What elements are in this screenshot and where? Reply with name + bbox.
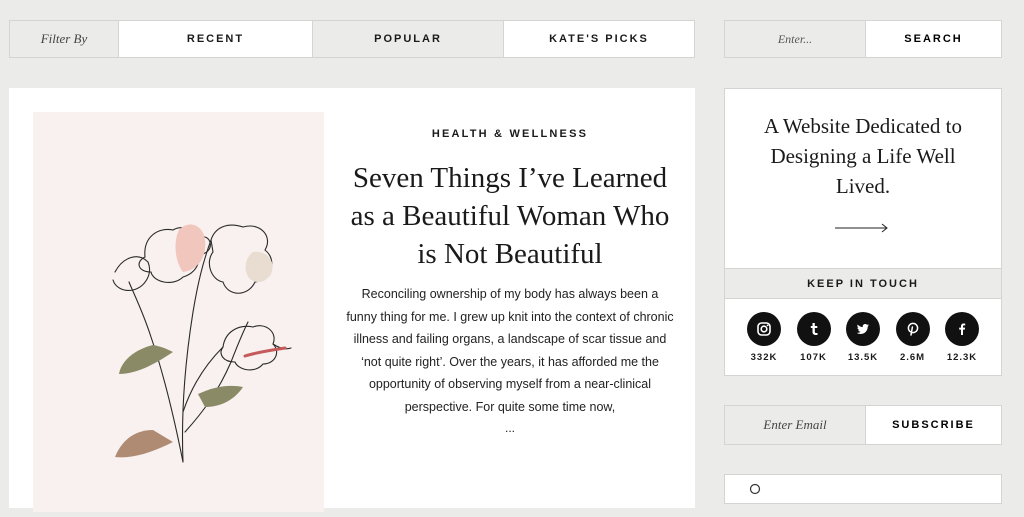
pinterest-count: 2.6M <box>899 352 926 363</box>
article-text: HEALTH & WELLNESS Seven Things I’ve Lear… <box>345 128 675 438</box>
subscribe-form: SUBSCRIBE <box>724 405 1002 445</box>
about-widget: A Website Dedicated to Designing a Life … <box>724 88 1002 376</box>
social-instagram[interactable]: 332K <box>747 312 781 375</box>
tab-popular[interactable]: POPULAR <box>312 21 503 57</box>
tab-kates-picks[interactable]: KATE'S PICKS <box>503 21 694 57</box>
social-facebook[interactable]: 12.3K <box>945 312 979 375</box>
twitter-icon <box>846 312 880 346</box>
search-button[interactable]: SEARCH <box>865 21 1001 57</box>
arrow-right-icon[interactable] <box>835 223 889 233</box>
social-pinterest[interactable]: 2.6M <box>895 312 930 375</box>
search-icon <box>749 483 761 495</box>
email-field[interactable] <box>725 406 865 444</box>
pinterest-icon <box>895 312 930 346</box>
facebook-icon <box>945 312 979 346</box>
flower-illustration-icon <box>112 224 292 463</box>
featured-article-card: HEALTH & WELLNESS Seven Things I’ve Lear… <box>9 88 695 512</box>
article-illustration[interactable] <box>33 112 324 512</box>
filter-bar: Filter By RECENT POPULAR KATE'S PICKS <box>9 20 695 58</box>
tumblr-count: 107K <box>800 352 827 363</box>
keep-in-touch-heading: KEEP IN TOUCH <box>725 269 1001 299</box>
social-tumblr[interactable]: 107K <box>796 312 831 375</box>
about-top: A Website Dedicated to Designing a Life … <box>725 89 1001 269</box>
facebook-count: 12.3K <box>946 352 978 363</box>
tab-recent[interactable]: RECENT <box>118 21 312 57</box>
article-title[interactable]: Seven Things I’ve Learned as a Beautiful… <box>345 159 675 273</box>
filter-by-label: Filter By <box>10 21 118 57</box>
excerpt-ellipsis: ... <box>504 421 515 435</box>
article-excerpt: Reconciling ownership of my body has alw… <box>346 287 674 414</box>
twitter-count: 13.5K <box>847 352 879 363</box>
article-category[interactable]: HEALTH & WELLNESS <box>345 128 675 140</box>
tumblr-icon <box>796 312 831 346</box>
social-twitter[interactable]: 13.5K <box>846 312 880 375</box>
search-bar: SEARCH <box>724 20 1002 58</box>
site-tagline: A Website Dedicated to Designing a Life … <box>764 114 962 198</box>
subscribe-button[interactable]: SUBSCRIBE <box>865 406 1001 444</box>
instagram-icon <box>747 312 781 346</box>
instagram-count: 332K <box>750 352 778 363</box>
search-input[interactable] <box>725 21 865 57</box>
social-links: 332K 107K 13.5K 2.6M 12.3K <box>725 299 1001 375</box>
next-widget <box>724 474 1002 504</box>
